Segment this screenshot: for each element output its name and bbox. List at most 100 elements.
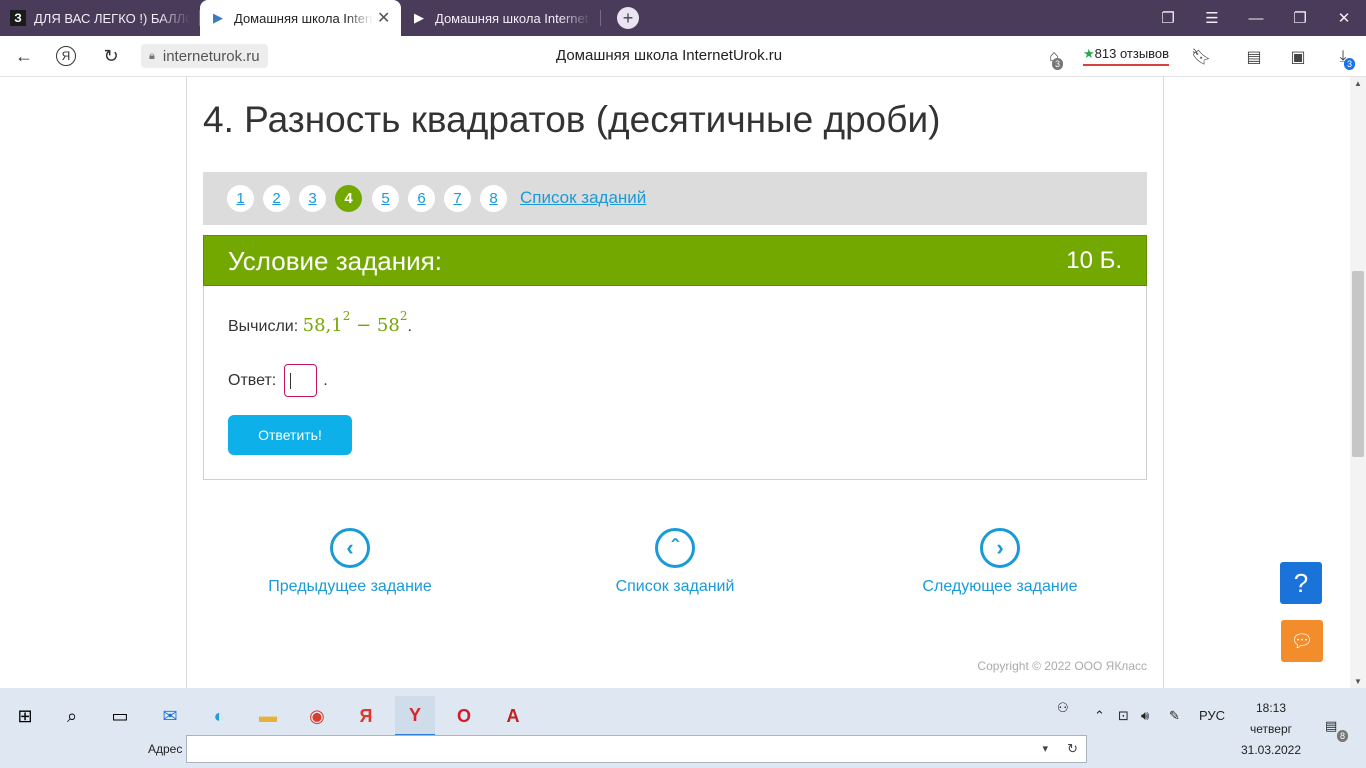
address-toolbar-input[interactable]: ▾ ↻ [186,735,1087,763]
tabs-icon[interactable]: ❐ [1146,9,1190,27]
tab-2-active[interactable]: ▶ Домашняя школа Interr ✕ [200,0,401,36]
condition-body: Вычисли: 58,12 − 582. Ответ: . Ответить! [203,286,1147,480]
downloads-badge: 3 [1344,58,1356,70]
page-title: Домашняя школа InternetUrok.ru [556,47,783,64]
chevron-right-icon: › [980,528,1020,568]
reviews-count: 813 отзывов [1094,46,1170,61]
close-tab-icon[interactable]: ✕ [377,8,391,28]
condition-header: Условие задания: 10 Б. [203,235,1147,286]
play-favicon-icon: ▶ [414,10,424,25]
task-number-6[interactable]: 6 [408,185,435,212]
star-icon: ★ [1083,46,1095,61]
task-navigation: 1 2 3 4 5 6 7 8 Список заданий [203,172,1147,225]
copyright: Copyright © 2022 ООО ЯКласс [977,659,1147,673]
yandex-icon[interactable]: Я [56,46,76,66]
task-list-label: Список заданий [615,578,735,595]
tab-3[interactable]: ▶ Домашняя школа Internet [401,0,601,36]
opera-icon[interactable]: O [444,696,484,736]
yandex-browser-icon[interactable]: Y [395,696,435,736]
help-button[interactable]: ? [1280,562,1322,604]
answer-row: Ответ: . [228,364,328,397]
points-label: 10 Б. [1066,247,1122,274]
windows-start-icon[interactable]: ⊞ [5,696,45,736]
chevron-down-icon[interactable]: ▾ [1042,742,1048,755]
task-list-link[interactable]: Список заданий [520,188,646,208]
lock-icon: 🔒︎ [149,49,155,62]
bookmark-icon[interactable]: 🔖︎ [1190,46,1212,68]
language-indicator[interactable]: РУС [1199,708,1225,723]
previous-task-link[interactable]: ‹ Предыдущее задание [230,528,470,596]
task-number-1[interactable]: 1 [227,185,254,212]
extension-icon[interactable]: ▣ [1287,46,1309,68]
next-task-link[interactable]: › Следующее задание [880,528,1120,596]
network-icon[interactable]: ⊡ [1118,708,1129,724]
url-text: interneturok.ru [162,47,260,65]
people-icon[interactable]: ⚇ [1057,700,1069,716]
task-list-bottom-link[interactable]: ˆ Список заданий [555,528,795,596]
collections-icon[interactable]: ▤ [1243,46,1265,68]
chevron-left-icon: ‹ [330,528,370,568]
pen-icon[interactable]: ✎ [1169,708,1180,724]
chat-icon[interactable]: 💬︎ [1281,620,1323,662]
tab-label: ДЛЯ ВАС ЛЕГКО !) БАЛЛО [34,10,190,26]
browser-tab-bar: З ДЛЯ ВАС ЛЕГКО !) БАЛЛО ▶ Домашняя школ… [0,0,1366,36]
next-task-label: Следующее задание [922,578,1078,595]
scroll-up-icon[interactable]: ▲ [1354,79,1362,88]
math-expression: 58,12 − 582 [302,309,408,336]
new-tab-button[interactable]: + [617,7,639,29]
volume-icon[interactable]: 🔊︎ [1141,708,1149,724]
task-view-icon[interactable]: ▭ [100,696,140,736]
task-prompt: Вычисли: [228,318,299,335]
back-icon[interactable]: ← [13,45,35,67]
address-bar: ← Я ↻ 🔒︎ interneturok.ru Домашняя школа … [0,36,1366,77]
task-number-7[interactable]: 7 [444,185,471,212]
answer-label: Ответ: [228,371,277,389]
windows-taskbar: ⊞ ⌕ ▭ ✉ ◐ ▬ ◉ Я Y O A Адрес ▾ ↻ ⚇ ⌃ ⊡ 🔊︎… [0,688,1366,768]
url-field[interactable]: 🔒︎ interneturok.ru [141,44,268,68]
clock-date: 31.03.2022 [1240,743,1302,757]
task-number-4-active[interactable]: 4 [335,185,362,212]
clock-time: 18:13 [1255,701,1287,715]
previous-task-label: Предыдущее задание [268,578,432,595]
task-number-3[interactable]: 3 [299,185,326,212]
restore-button[interactable]: ❐ [1278,9,1322,27]
app-a-icon[interactable]: A [493,696,533,736]
scroll-thumb[interactable] [1352,271,1364,457]
folder-icon[interactable]: ▬ [248,696,288,736]
yandex-app-icon[interactable]: Я [346,696,386,736]
task-text: Вычисли: 58,12 − 582. [228,309,412,336]
clock-day: четверг [1250,722,1292,736]
mail-icon[interactable]: ✉ [150,696,190,736]
vertical-scrollbar[interactable]: ▲ ▼ [1350,77,1366,688]
task-number-8[interactable]: 8 [480,185,507,212]
tab-label: Домашняя школа Internet [435,10,589,26]
chrome-icon[interactable]: ◉ [297,696,337,736]
menu-icon[interactable]: ☰ [1190,9,1234,27]
scroll-down-icon[interactable]: ▼ [1354,677,1362,686]
close-window-button[interactable]: ✕ [1322,9,1366,27]
protect-badge: 3 [1052,58,1064,70]
go-icon[interactable]: ↻ [1067,741,1078,757]
chevron-up-icon[interactable]: ⌃ [1094,708,1105,724]
task-number-2[interactable]: 2 [263,185,290,212]
clock[interactable]: 18:13 четверг 31.03.2022 [1236,698,1306,761]
lesson-heading: 4. Разность квадратов (десятичные дроби) [203,99,941,140]
page-viewport: 4. Разность квадратов (десятичные дроби)… [0,77,1350,688]
site-favicon: З [10,10,26,26]
task-number-5[interactable]: 5 [372,185,399,212]
address-toolbar-label: Адрес [148,742,183,756]
reload-icon[interactable]: ↻ [100,45,122,67]
edge-icon[interactable]: ◐ [199,696,239,736]
answer-tail: . [323,371,328,389]
window-controls: ❐ ☰ — ❐ ✕ [1146,0,1366,36]
tab-1[interactable]: З ДЛЯ ВАС ЛЕГКО !) БАЛЛО [0,0,200,36]
notifications-icon[interactable]: ▤ [1325,718,1337,734]
reviews-link[interactable]: ★813 отзывов [1083,46,1170,66]
chevron-up-icon: ˆ [655,528,695,568]
tab-label: Домашняя школа Interr [234,10,373,26]
minimize-button[interactable]: — [1234,10,1278,27]
search-icon[interactable]: ⌕ [52,696,92,736]
answer-input[interactable] [284,364,318,397]
notifications-badge: 8 [1337,730,1349,742]
submit-answer-button[interactable]: Ответить! [228,415,352,455]
